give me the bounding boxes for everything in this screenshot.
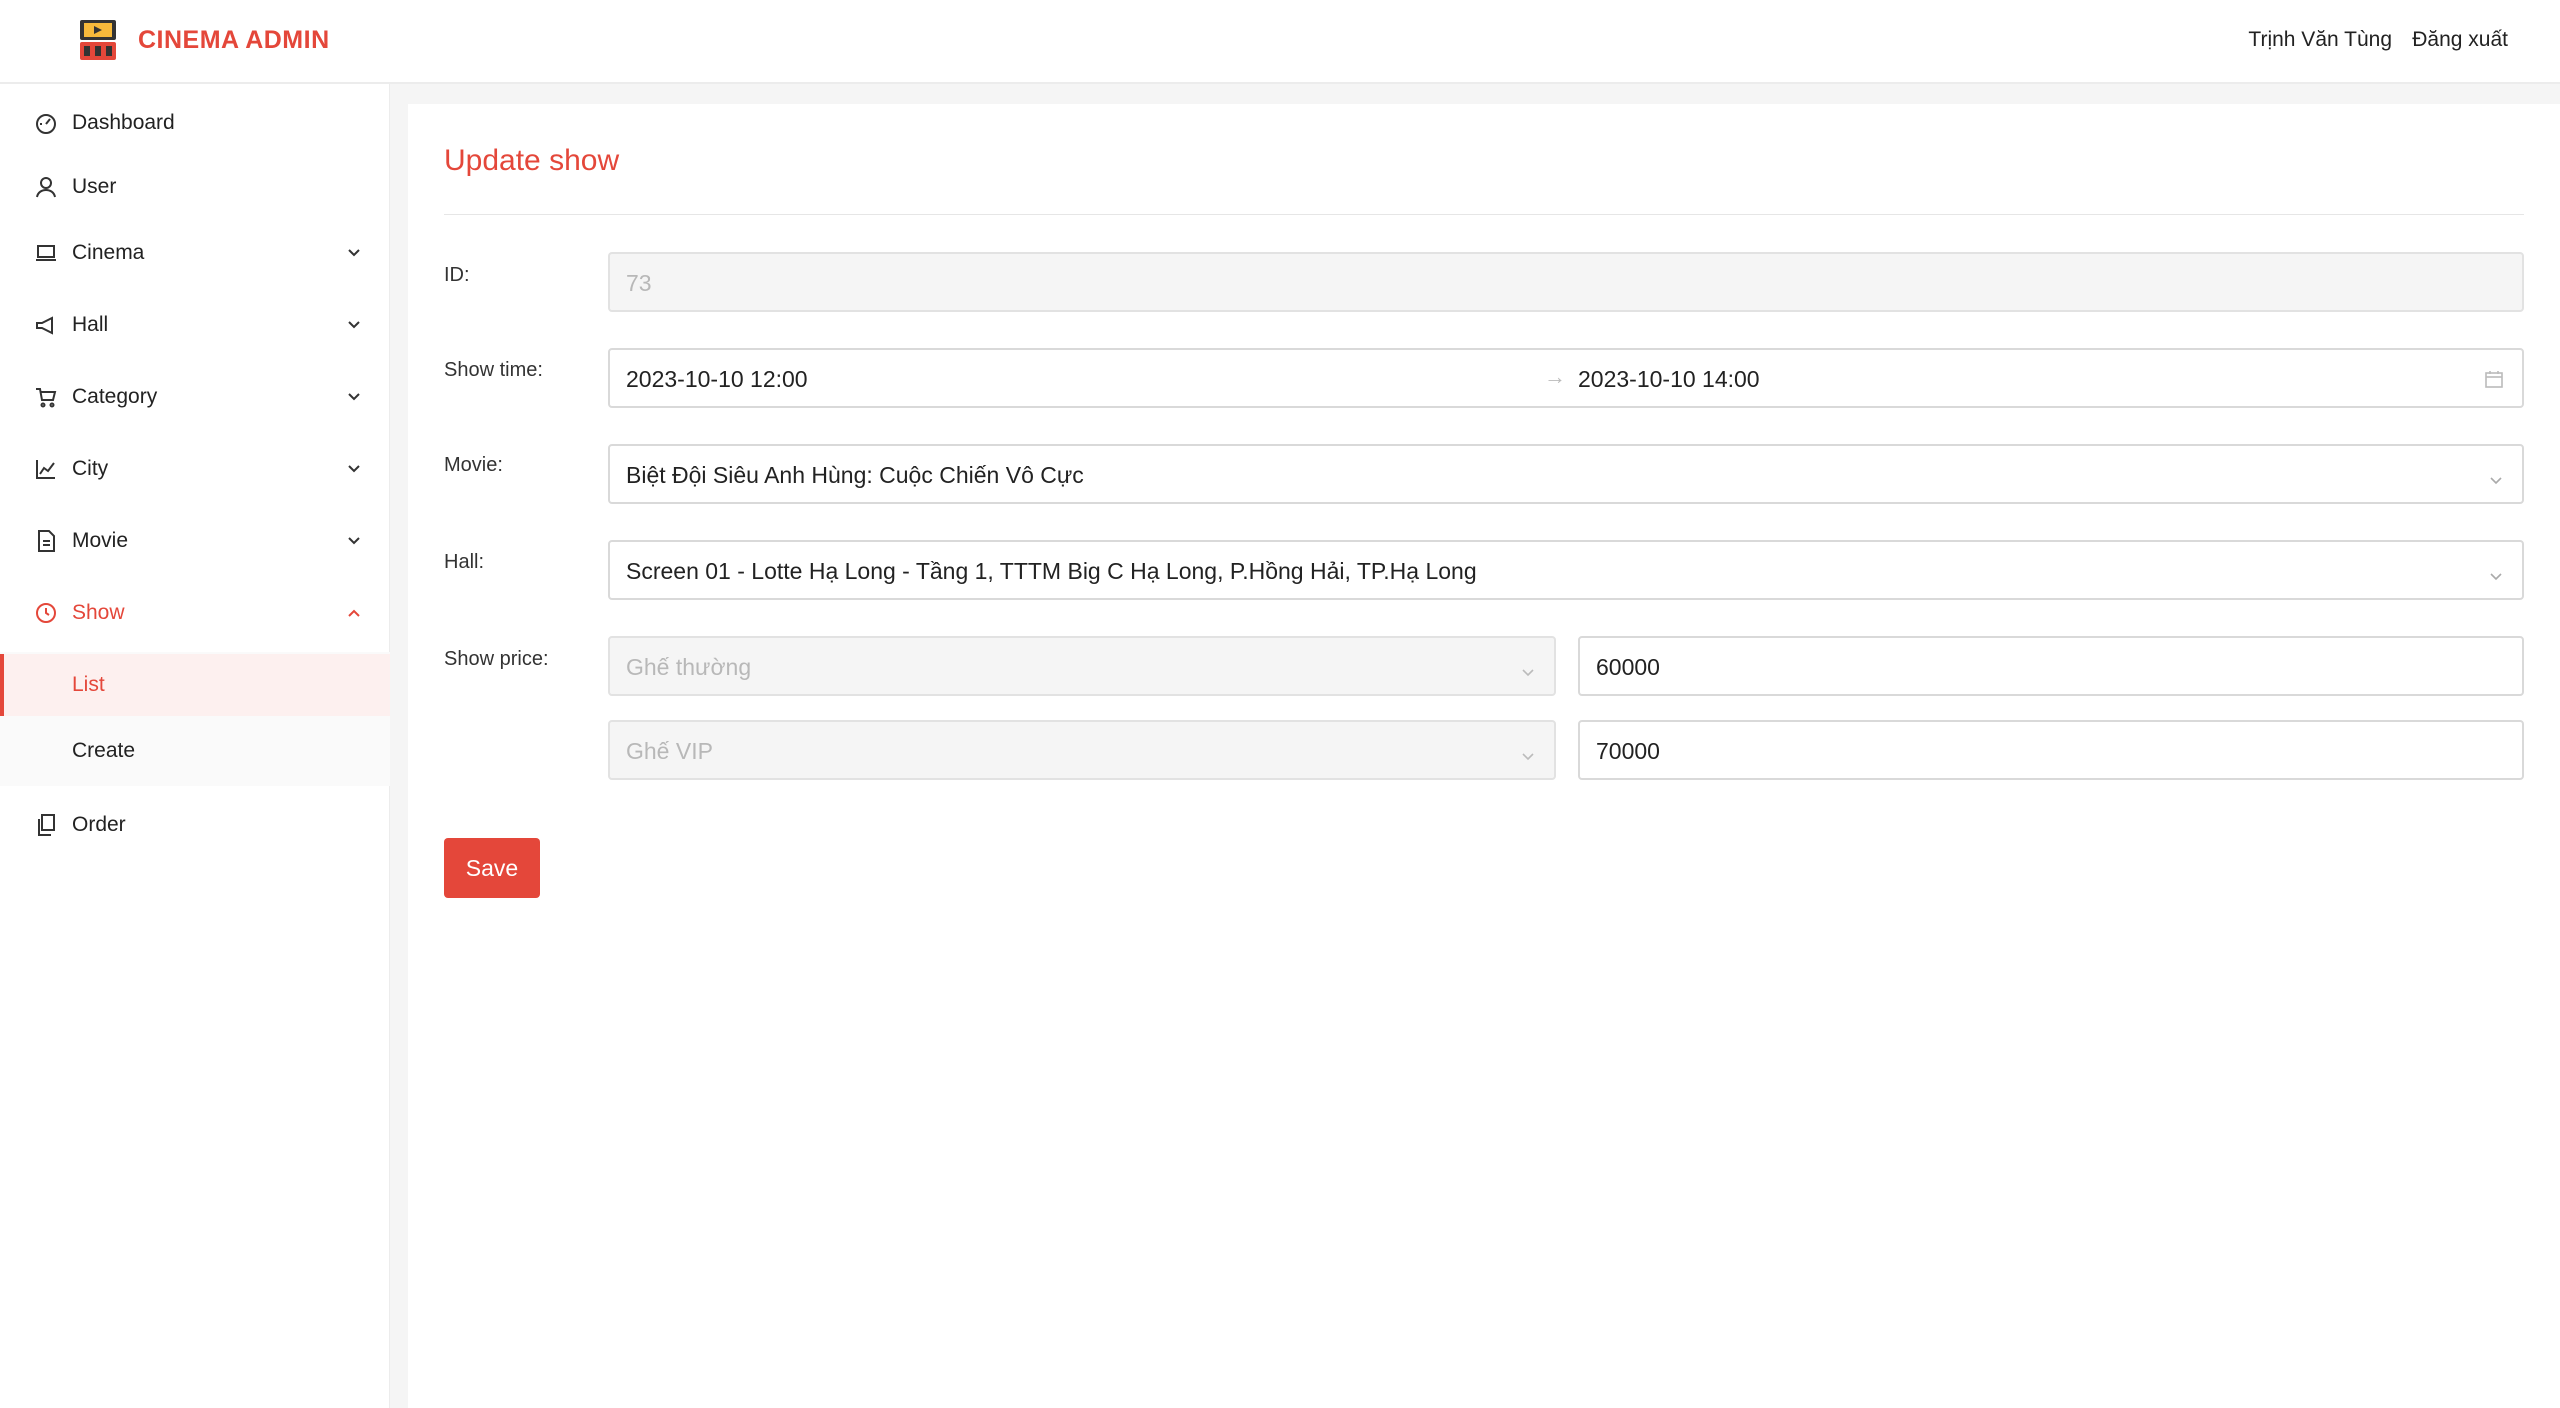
sidebar-item-label: Cinema [72, 241, 145, 264]
seat-type-value: Ghế VIP [626, 738, 713, 764]
chevron-down-icon [2488, 468, 2504, 485]
cinema-logo-icon [78, 18, 118, 62]
sidebar-item-dashboard[interactable]: Dashboard [0, 92, 390, 154]
id-field: 73 [608, 252, 2524, 312]
movie-label: Movie: [444, 454, 503, 476]
clock-icon [34, 601, 58, 625]
seat-type-select-regular: Ghế thường [608, 636, 1556, 696]
hall-select[interactable]: Screen 01 - Lotte Hạ Long - Tầng 1, TTTM… [608, 540, 2524, 600]
show-price-label: Show price: [444, 648, 549, 670]
submenu-item-label: Create [72, 739, 136, 762]
price-value[interactable]: 70000 [1596, 738, 1660, 765]
show-time-label: Show time: [444, 359, 543, 381]
price-value[interactable]: 60000 [1596, 654, 1660, 681]
sidebar-item-label: Hall [72, 313, 109, 336]
chevron-down-icon [346, 533, 362, 549]
chevron-down-icon [346, 245, 362, 261]
top-header: CINEMA ADMIN Trịnh Văn Tùng Đăng xuất [0, 0, 2560, 84]
main-content: Update show ID: 73 Show time: 2023-10-10… [408, 104, 2560, 1408]
movie-value: Biệt Đội Siêu Anh Hùng: Cuộc Chiến Vô Cự… [626, 462, 1084, 488]
id-label: ID: [444, 264, 470, 286]
sidebar-item-label: Category [72, 385, 158, 408]
chevron-down-icon [346, 461, 362, 477]
submenu-item-create[interactable]: Create [0, 720, 390, 782]
hall-value: Screen 01 - Lotte Hạ Long - Tầng 1, TTTM… [626, 558, 1477, 584]
title-divider [444, 214, 2524, 215]
page-title: Update show [444, 144, 620, 177]
logout-link[interactable]: Đăng xuất [2412, 28, 2508, 52]
submenu-item-label: List [72, 673, 105, 696]
megaphone-icon [34, 313, 58, 337]
file-icon [34, 529, 58, 553]
show-time-start[interactable]: 2023-10-10 12:00 [626, 366, 808, 393]
sidebar-item-label: User [72, 175, 117, 198]
calendar-icon [2484, 368, 2504, 388]
laptop-icon [34, 241, 58, 265]
brand-title: CINEMA ADMIN [138, 26, 330, 54]
sidebar-item-hall[interactable]: Hall [0, 294, 390, 356]
sidebar-item-label: Show [72, 601, 125, 624]
hall-label: Hall: [444, 551, 485, 573]
sidebar-item-label: City [72, 457, 109, 480]
sidebar-item-show[interactable]: Show [0, 582, 390, 644]
seat-type-value: Ghế thường [626, 654, 752, 680]
show-time-end[interactable]: 2023-10-10 14:00 [1578, 366, 1760, 393]
sidebar: Dashboard User Cinema Hall Category City… [0, 84, 390, 1408]
chart-icon [34, 457, 58, 481]
sidebar-item-city[interactable]: City [0, 438, 390, 500]
user-icon [34, 175, 58, 199]
submenu-item-list[interactable]: List [0, 654, 390, 716]
user-name[interactable]: Trịnh Văn Tùng [2248, 28, 2392, 52]
sidebar-item-label: Order [72, 813, 126, 836]
sidebar-item-label: Dashboard [72, 111, 175, 134]
copy-icon [34, 813, 58, 837]
sidebar-item-category[interactable]: Category [0, 366, 390, 428]
price-input-vip[interactable]: 70000 [1578, 720, 2524, 780]
movie-select[interactable]: Biệt Đội Siêu Anh Hùng: Cuộc Chiến Vô Cự… [608, 444, 2524, 504]
sidebar-item-label: Movie [72, 529, 129, 552]
chevron-down-icon [1520, 660, 1536, 677]
chevron-down-icon [1520, 744, 1536, 761]
save-button[interactable]: Save [444, 838, 540, 898]
sidebar-item-movie[interactable]: Movie [0, 510, 390, 572]
cart-icon [34, 385, 58, 409]
sidebar-item-order[interactable]: Order [0, 794, 390, 856]
chevron-down-icon [346, 317, 362, 333]
show-time-range-picker[interactable]: 2023-10-10 12:00 → 2023-10-10 14:00 [608, 348, 2524, 408]
id-value: 73 [626, 270, 652, 296]
arrow-right-icon: → [1544, 364, 1566, 389]
dashboard-icon [34, 111, 58, 135]
sidebar-item-user[interactable]: User [0, 156, 390, 218]
seat-type-select-vip: Ghế VIP [608, 720, 1556, 780]
chevron-down-icon [346, 389, 362, 405]
chevron-down-icon [2488, 564, 2504, 581]
sidebar-item-cinema[interactable]: Cinema [0, 222, 390, 284]
price-input-regular[interactable]: 60000 [1578, 636, 2524, 696]
chevron-up-icon [346, 605, 362, 621]
